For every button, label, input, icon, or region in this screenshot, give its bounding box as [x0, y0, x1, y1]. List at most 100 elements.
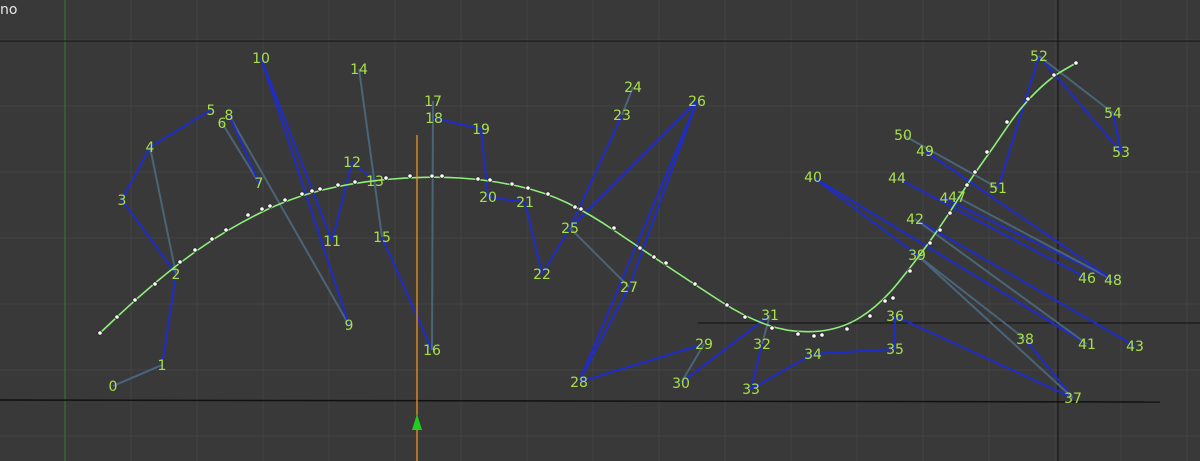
curve-vertex[interactable]: [525, 185, 531, 191]
point-label-11[interactable]: 11: [323, 234, 341, 250]
point-label-1[interactable]: 1: [158, 358, 167, 374]
curve-vertex[interactable]: [309, 188, 315, 194]
point-label-51[interactable]: 51: [989, 181, 1007, 197]
curve-vertex[interactable]: [152, 281, 158, 287]
curve-vertex[interactable]: [383, 175, 389, 181]
point-label-42[interactable]: 42: [906, 212, 924, 228]
curve-vertex[interactable]: [882, 298, 888, 304]
curve-vertex[interactable]: [97, 330, 103, 336]
curve-vertex[interactable]: [907, 268, 913, 274]
point-label-21[interactable]: 21: [516, 195, 534, 211]
point-label-47[interactable]: 47: [948, 190, 966, 206]
point-label-12[interactable]: 12: [343, 155, 361, 171]
curve-vertex[interactable]: [844, 326, 850, 332]
curve-vertex[interactable]: [867, 313, 873, 319]
point-label-23[interactable]: 23: [613, 108, 631, 124]
point-label-40[interactable]: 40: [804, 170, 822, 186]
point-label-33[interactable]: 33: [742, 382, 760, 398]
curve-vertex[interactable]: [245, 212, 251, 218]
point-label-49[interactable]: 49: [916, 144, 934, 160]
point-label-3[interactable]: 3: [118, 193, 127, 209]
curve-vertex[interactable]: [407, 173, 413, 179]
curve-vertex[interactable]: [223, 227, 229, 233]
point-label-52[interactable]: 52: [1030, 49, 1048, 65]
point-label-30[interactable]: 30: [672, 376, 690, 392]
point-label-13[interactable]: 13: [366, 174, 384, 190]
curve-vertex[interactable]: [819, 332, 825, 338]
curve-vertex[interactable]: [724, 302, 730, 308]
point-label-14[interactable]: 14: [350, 62, 368, 78]
curve-canvas[interactable]: 01234567891011121314151617181920 21222324…: [0, 0, 1200, 461]
curve-vertex[interactable]: [475, 176, 481, 182]
point-label-16[interactable]: 16: [423, 343, 441, 359]
point-label-41[interactable]: 41: [1078, 337, 1096, 353]
point-label-36[interactable]: 36: [886, 309, 904, 325]
curve-vertex[interactable]: [572, 204, 578, 210]
curve-vertex[interactable]: [177, 259, 183, 265]
point-label-10[interactable]: 10: [252, 51, 270, 67]
curve-vertex[interactable]: [769, 325, 775, 331]
curve-vertex[interactable]: [317, 186, 323, 192]
curve-vertex[interactable]: [267, 203, 273, 209]
point-label-17[interactable]: 17: [424, 94, 442, 110]
curve-vertex[interactable]: [972, 169, 978, 175]
curve-vertex[interactable]: [352, 179, 358, 185]
point-label-19[interactable]: 19: [472, 122, 490, 138]
curve-vertex[interactable]: [282, 197, 288, 203]
curve-vertex[interactable]: [937, 227, 943, 233]
point-label-32[interactable]: 32: [753, 337, 771, 353]
point-label-50[interactable]: 50: [894, 128, 912, 144]
point-label-44[interactable]: 44: [888, 171, 906, 187]
point-label-0[interactable]: 0: [109, 379, 118, 395]
curve-vertex[interactable]: [795, 331, 801, 337]
curve-vertex[interactable]: [439, 173, 445, 179]
point-label-34[interactable]: 34: [804, 347, 822, 363]
point-label-29[interactable]: 29: [695, 337, 713, 353]
point-label-18[interactable]: 18: [425, 111, 443, 127]
point-label-38[interactable]: 38: [1016, 332, 1034, 348]
curve-vertex[interactable]: [509, 181, 515, 187]
point-label-46[interactable]: 46: [1078, 271, 1096, 287]
curve-vertex[interactable]: [429, 173, 435, 179]
curve-vertex[interactable]: [651, 254, 657, 260]
curve-vertex[interactable]: [984, 149, 990, 155]
curve-vertex[interactable]: [545, 191, 551, 197]
curve-vertex[interactable]: [487, 177, 493, 183]
curve-vertex[interactable]: [742, 314, 748, 320]
curve-editor-viewport[interactable]: no 0 1 2 3 4 5 6 7 8 9 10 11 12 13 14 15 16 17 18 19 20 21 22 2…: [0, 0, 1200, 461]
playhead-arrow-icon[interactable]: [412, 414, 422, 430]
point-label-24[interactable]: 24: [624, 80, 642, 96]
point-label-15[interactable]: 15: [373, 230, 391, 246]
curve-vertex[interactable]: [114, 314, 120, 320]
main-curve[interactable]: [99, 62, 1077, 334]
point-label-25[interactable]: 25: [561, 221, 579, 237]
curve-vertex[interactable]: [611, 225, 617, 231]
curve-vertex[interactable]: [578, 206, 584, 212]
point-label-28[interactable]: 28: [570, 375, 588, 391]
point-label-54[interactable]: 54: [1104, 106, 1122, 122]
point-label-27[interactable]: 27: [620, 280, 638, 296]
curve-vertex[interactable]: [209, 236, 215, 242]
point-label-48[interactable]: 48: [1104, 273, 1122, 289]
curve-vertex[interactable]: [1025, 96, 1031, 102]
curve-vertex[interactable]: [1051, 72, 1057, 78]
point-label-7[interactable]: 7: [255, 176, 264, 192]
curve-vertex[interactable]: [663, 260, 669, 266]
point-label-4[interactable]: 4: [146, 140, 155, 156]
curve-vertex[interactable]: [637, 245, 643, 251]
point-label-43[interactable]: 43: [1126, 339, 1144, 355]
curve-vertex[interactable]: [692, 281, 698, 287]
curve-vertex[interactable]: [1004, 119, 1010, 125]
curve-vertex[interactable]: [947, 210, 953, 216]
curve-vertex[interactable]: [192, 247, 198, 253]
curve-vertex[interactable]: [927, 240, 933, 246]
point-label-53[interactable]: 53: [1112, 145, 1130, 161]
point-label-31[interactable]: 31: [761, 308, 779, 324]
curve-vertex[interactable]: [964, 182, 970, 188]
point-label-35[interactable]: 35: [886, 342, 904, 358]
point-label-5[interactable]: 5: [207, 103, 216, 119]
curve-vertex[interactable]: [811, 333, 817, 339]
point-label-39[interactable]: 39: [908, 248, 926, 264]
curve-vertex[interactable]: [132, 297, 138, 303]
curve-vertex[interactable]: [299, 191, 305, 197]
